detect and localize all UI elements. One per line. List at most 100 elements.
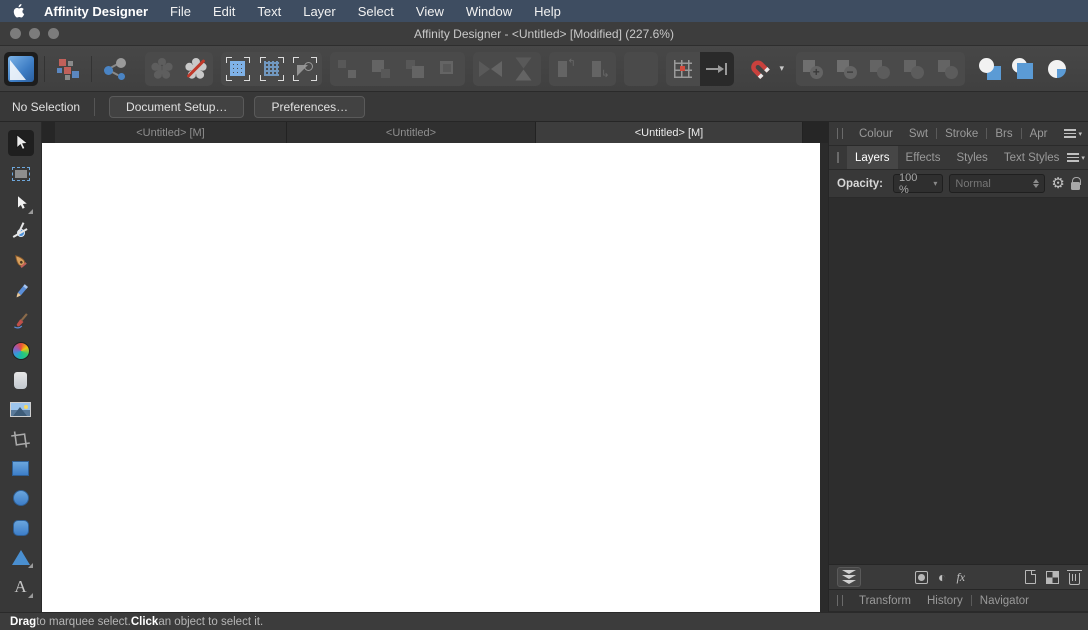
titlebar[interactable]: Affinity Designer - <Untitled> [Modified… [0, 22, 1088, 46]
place-image-tool[interactable] [8, 398, 34, 422]
document-tab-2[interactable]: <Untitled> [287, 122, 536, 143]
tab-appearance[interactable]: Apr [1022, 128, 1056, 140]
boolean-add-icon: + [802, 58, 824, 80]
opacity-dropdown[interactable]: 100 % ▾ [893, 172, 944, 196]
node-tool[interactable] [8, 191, 34, 215]
layers-stack-icon [842, 570, 856, 584]
snapping-grid-button[interactable] [666, 52, 700, 86]
defaults-synchronise-button[interactable]: ↑ [145, 52, 179, 86]
boolean-add-button[interactable]: + [796, 52, 830, 86]
layers-list[interactable] [829, 198, 1088, 564]
transparency-tool[interactable] [8, 368, 34, 392]
tab-navigator[interactable]: Navigator [972, 595, 1037, 607]
layers-stack-button[interactable] [837, 567, 861, 587]
mask-layer-icon[interactable] [915, 570, 928, 584]
rotate-anticlockwise-button[interactable]: ↰ [549, 52, 583, 86]
rounded-rectangle-tool[interactable] [8, 516, 34, 540]
tab-brushes[interactable]: Brs [987, 128, 1020, 140]
menu-file[interactable]: File [170, 4, 191, 19]
menu-view[interactable]: View [416, 4, 444, 19]
insert-inside-button[interactable] [1007, 52, 1041, 86]
tab-text-styles[interactable]: Text Styles [996, 152, 1068, 164]
pencil-tool[interactable] [8, 280, 34, 304]
panel-menu-icon[interactable]: ▾ [1067, 153, 1085, 162]
preferences-button[interactable]: Preferences… [254, 95, 366, 118]
rectangle-tool[interactable] [8, 457, 34, 481]
panel-drag-handle[interactable] [837, 128, 843, 139]
close-window-button[interactable] [10, 28, 21, 39]
document-canvas[interactable] [42, 143, 820, 612]
export-persona-button[interactable] [98, 52, 132, 86]
tab-history[interactable]: History [919, 595, 971, 607]
move-backward-button[interactable] [398, 52, 432, 86]
triangle-tool[interactable] [8, 545, 34, 569]
new-layer-icon[interactable] [1025, 570, 1036, 584]
colour-picker-tool[interactable] [8, 339, 34, 363]
rotate-clockwise-button[interactable]: ↳ [583, 52, 617, 86]
move-to-front-button[interactable] [330, 52, 364, 86]
snapping-axis-button[interactable] [699, 51, 734, 86]
convert-to-curves-button[interactable] [289, 52, 323, 86]
document-tab-3[interactable]: <Untitled> [M] [536, 122, 803, 143]
move-tool[interactable] [7, 130, 34, 156]
panel-drag-handle[interactable] [837, 152, 839, 163]
alignment-button[interactable] [624, 52, 658, 86]
boolean-subtract-button[interactable]: − [830, 52, 864, 86]
pen-tool[interactable] [8, 250, 34, 274]
tab-transform[interactable]: Transform [851, 595, 919, 607]
pixel-grid-dotted-button[interactable] [255, 52, 289, 86]
zoom-window-button[interactable] [48, 28, 59, 39]
vector-crop-tool[interactable] [8, 427, 34, 451]
boolean-intersect-button[interactable] [863, 52, 897, 86]
blend-mode-dropdown[interactable]: Normal [949, 174, 1046, 193]
snapping-options-caret[interactable]: ▾ [779, 63, 784, 74]
artistic-text-tool[interactable]: A [8, 575, 34, 599]
move-forward-button[interactable] [364, 52, 398, 86]
menu-layer[interactable]: Layer [303, 4, 336, 19]
menu-select[interactable]: Select [358, 4, 394, 19]
snapping-magnet-button[interactable] [742, 52, 776, 86]
ellipse-tool[interactable] [8, 486, 34, 510]
adjustment-layer-icon[interactable]: ◐ [938, 570, 946, 584]
document-setup-button[interactable]: Document Setup… [109, 95, 245, 118]
gear-icon[interactable]: ⚙ [1051, 176, 1064, 191]
lock-icon[interactable] [1070, 176, 1082, 190]
artboard-tool[interactable] [8, 162, 34, 186]
new-pixel-layer-icon[interactable] [1046, 570, 1059, 584]
panel-menu-icon[interactable]: ▾ [1064, 129, 1082, 138]
designer-persona-button[interactable] [4, 51, 38, 86]
menu-edit[interactable]: Edit [213, 4, 235, 19]
insert-on-top-button[interactable] [1040, 52, 1074, 86]
tab-colour[interactable]: Colour [851, 128, 901, 140]
boolean-combine-button[interactable] [931, 52, 965, 86]
insert-behind-button[interactable] [973, 52, 1007, 86]
boolean-subtract-icon: − [836, 58, 858, 80]
tab-stroke[interactable]: Stroke [937, 128, 986, 140]
place-image-icon [10, 402, 31, 417]
menu-app-name[interactable]: Affinity Designer [44, 4, 148, 19]
toolbar-divider [44, 55, 45, 82]
point-transform-tool[interactable] [8, 221, 34, 245]
move-to-back-button[interactable] [432, 52, 466, 86]
vector-brush-tool[interactable] [8, 309, 34, 333]
defaults-revert-button[interactable] [179, 52, 213, 86]
pixel-persona-button[interactable] [51, 52, 85, 86]
panel-drag-handle[interactable] [837, 595, 843, 606]
layers-tab-row: Layers Effects Styles Text Styles ▾ [829, 146, 1088, 170]
tab-swatches[interactable]: Swt [901, 128, 936, 140]
tab-layers[interactable]: Layers [847, 146, 898, 169]
tab-effects[interactable]: Effects [898, 152, 949, 164]
document-tab-1[interactable]: <Untitled> [M] [55, 122, 287, 143]
pixel-grid-button[interactable] [221, 52, 255, 86]
flip-horizontal-button[interactable] [473, 52, 507, 86]
menu-window[interactable]: Window [466, 4, 512, 19]
layer-effects-icon[interactable]: fx [956, 570, 965, 585]
delete-layer-icon[interactable] [1067, 569, 1082, 585]
minimize-window-button[interactable] [29, 28, 40, 39]
boolean-divide-button[interactable] [897, 52, 931, 86]
flip-vertical-button[interactable] [507, 52, 541, 86]
menu-text[interactable]: Text [257, 4, 281, 19]
tab-styles[interactable]: Styles [948, 152, 995, 164]
apple-menu[interactable] [12, 3, 26, 19]
menu-help[interactable]: Help [534, 4, 561, 19]
